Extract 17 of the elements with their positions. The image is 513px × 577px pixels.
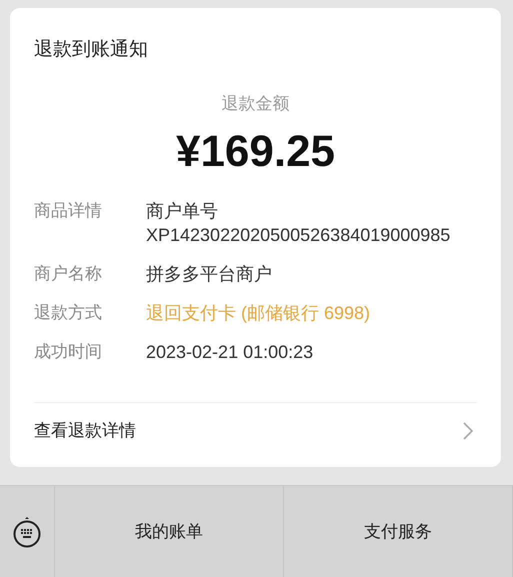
field-value: 2023-02-21 01:00:23 (146, 341, 314, 364)
refund-amount: ¥169.25 (174, 127, 336, 177)
keyboard-icon[interactable] (12, 516, 42, 548)
field-label: 成功时间 (34, 341, 103, 364)
field-value: 退回支付卡 (邮储银行 6998) (146, 302, 372, 325)
refund-details-link[interactable]: 查看退款详情 (34, 402, 477, 442)
card-title: 退款到账通知 (34, 37, 149, 62)
field-value: 拼多多平台商户 (146, 263, 273, 286)
amount-label: 退款金额 (220, 93, 290, 115)
field-value: XP1423022020500526384019000985 (146, 224, 452, 247)
field-label: 商品详情 (34, 200, 103, 223)
menu-button[interactable]: 我的账单 (55, 486, 284, 577)
field-label: 商户名称 (34, 263, 103, 286)
chevron-right-icon (463, 422, 473, 440)
menu-button[interactable]: 支付服务 (284, 486, 513, 577)
field-label: 退款方式 (34, 302, 103, 325)
field-value: 商户单号 (146, 200, 219, 223)
